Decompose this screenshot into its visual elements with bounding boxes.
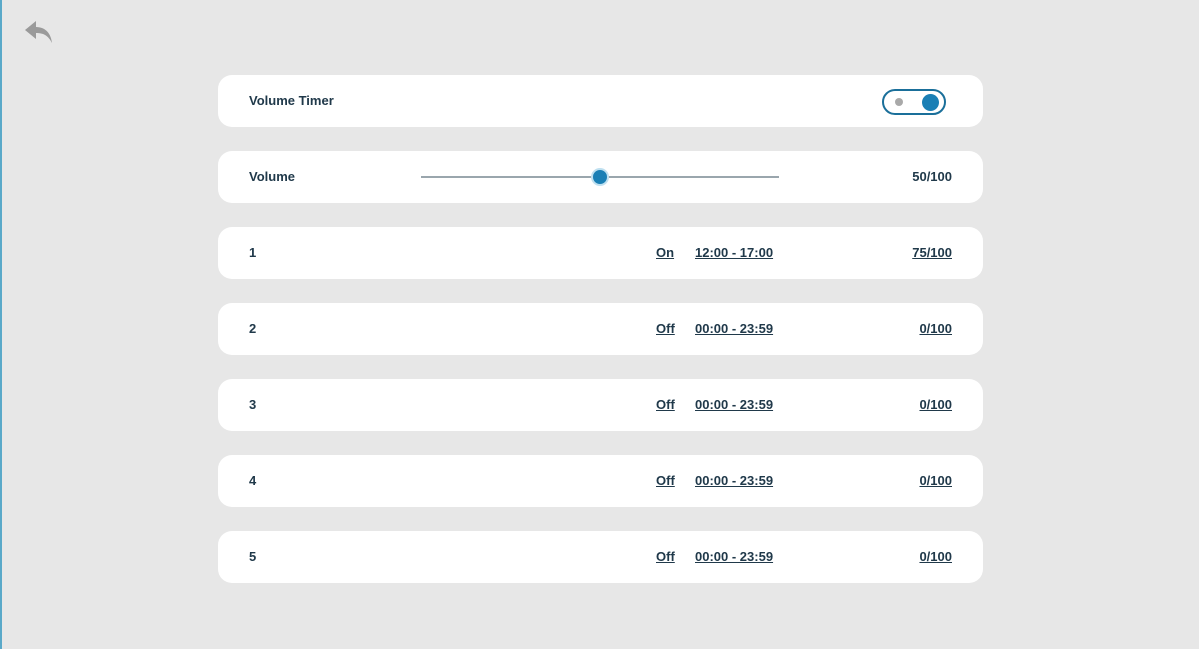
timer-volume-link[interactable]: 0/100 — [919, 379, 952, 431]
timer-index: 4 — [249, 473, 257, 488]
timer-range-link[interactable]: 00:00 - 23:59 — [695, 303, 773, 355]
volume-label: Volume — [249, 169, 295, 184]
timer-volume-link[interactable]: 0/100 — [919, 303, 952, 355]
timer-volume-link[interactable]: 0/100 — [919, 531, 952, 583]
timer-range-link[interactable]: 00:00 - 23:59 — [695, 379, 773, 431]
toggle-knob — [922, 94, 939, 111]
timer-row-5: 5 Off 00:00 - 23:59 0/100 — [218, 531, 983, 583]
timer-row-3: 3 Off 00:00 - 23:59 0/100 — [218, 379, 983, 431]
volume-row: Volume 50/100 — [218, 151, 983, 203]
volume-timer-toggle[interactable] — [882, 89, 946, 115]
timer-state-link[interactable]: Off — [656, 455, 675, 507]
timer-state-link[interactable]: Off — [656, 531, 675, 583]
back-button[interactable] — [22, 16, 56, 48]
timer-row-1: 1 On 12:00 - 17:00 75/100 — [218, 227, 983, 279]
timer-volume-link[interactable]: 0/100 — [919, 455, 952, 507]
timer-state-link[interactable]: Off — [656, 379, 675, 431]
timer-row-4: 4 Off 00:00 - 23:59 0/100 — [218, 455, 983, 507]
timer-index: 2 — [249, 321, 257, 336]
volume-value: 50/100 — [912, 169, 952, 184]
back-arrow-icon — [25, 21, 52, 43]
timer-index: 3 — [249, 397, 257, 412]
volume-timer-label: Volume Timer — [249, 93, 334, 108]
window-edge — [0, 0, 2, 649]
timer-index: 1 — [249, 245, 257, 260]
timer-range-link[interactable]: 00:00 - 23:59 — [695, 531, 773, 583]
volume-timer-row: Volume Timer — [218, 75, 983, 127]
volume-slider-thumb[interactable] — [591, 168, 609, 186]
timer-volume-link[interactable]: 75/100 — [912, 227, 952, 279]
timer-state-link[interactable]: Off — [656, 303, 675, 355]
volume-slider[interactable] — [421, 167, 779, 187]
timer-index: 5 — [249, 549, 257, 564]
timer-state-link[interactable]: On — [656, 227, 674, 279]
timer-range-link[interactable]: 00:00 - 23:59 — [695, 455, 773, 507]
volume-timer-screen: Volume Timer Volume 50/100 1 On 12:00 - … — [0, 0, 1199, 649]
timer-row-2: 2 Off 00:00 - 23:59 0/100 — [218, 303, 983, 355]
timer-range-link[interactable]: 12:00 - 17:00 — [695, 227, 773, 279]
toggle-off-indicator — [895, 98, 903, 106]
settings-list: Volume Timer Volume 50/100 1 On 12:00 - … — [218, 75, 983, 607]
